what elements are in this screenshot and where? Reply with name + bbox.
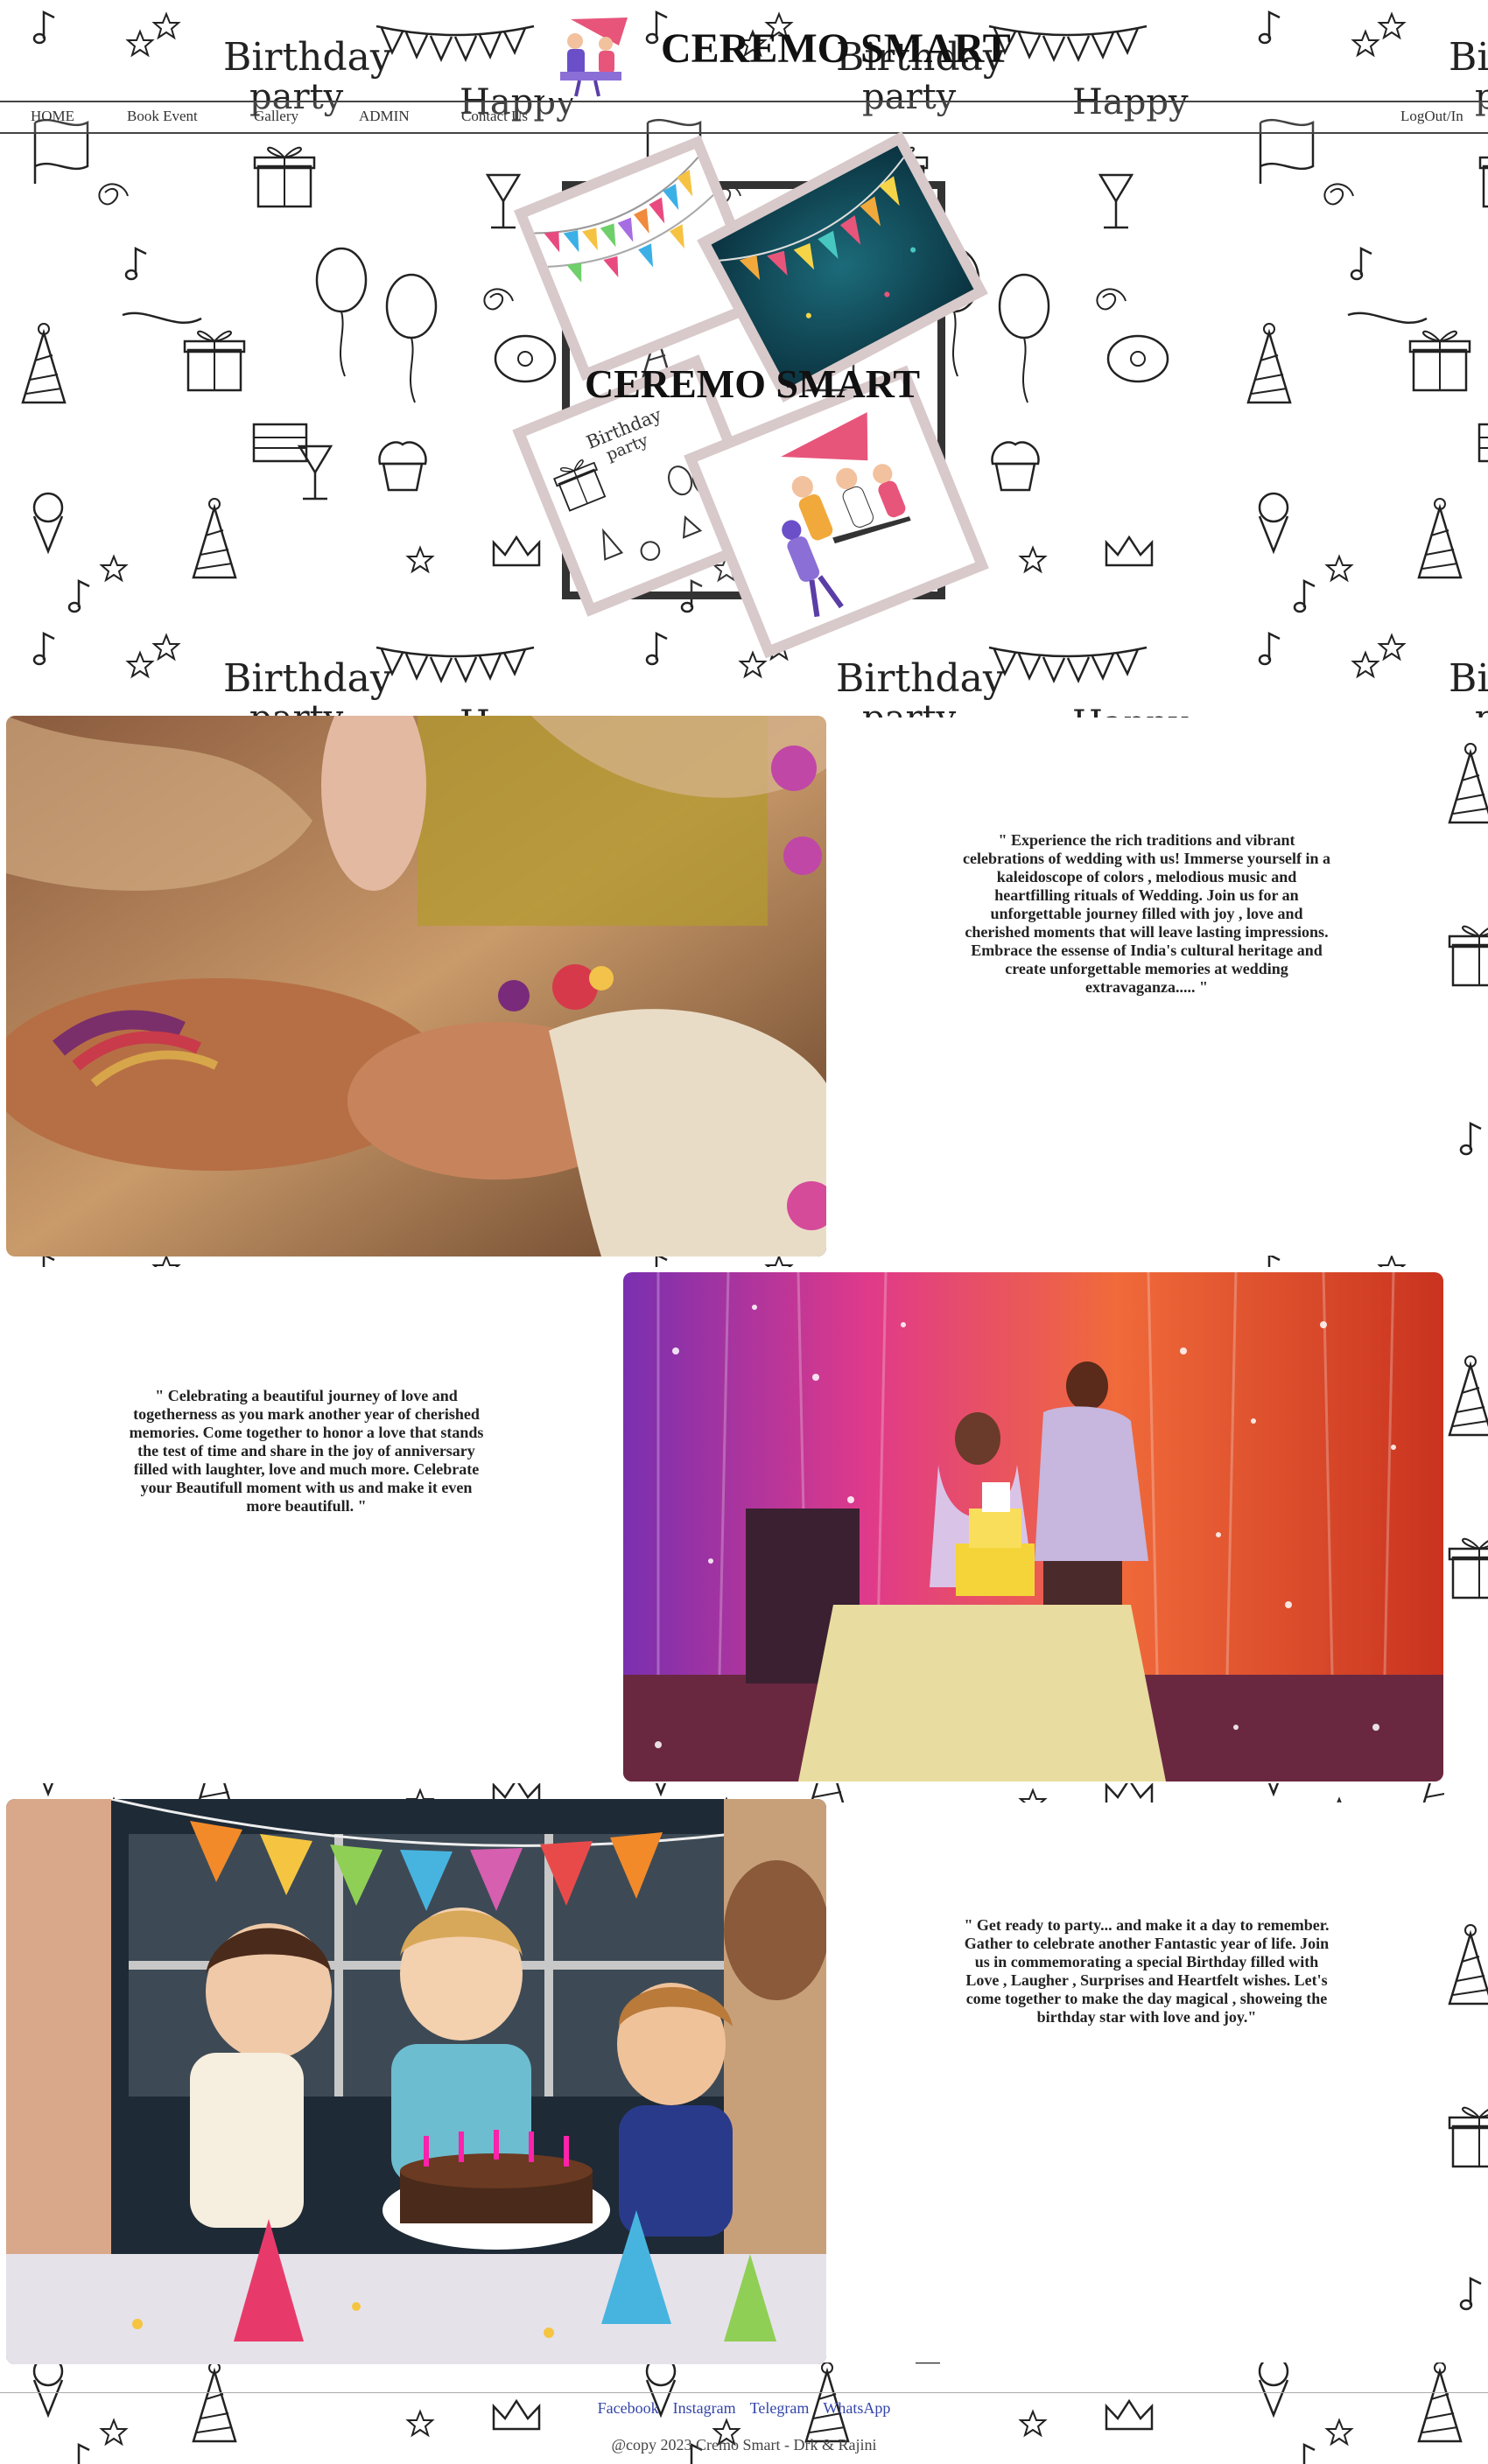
birthday-description: " Get ready to party... and make it a da… (964, 1916, 1330, 2026)
nav-book-event[interactable]: Book Event (127, 108, 198, 125)
footer-link-instagram[interactable]: Instagram (673, 2399, 736, 2417)
footer-link-facebook[interactable]: Facebook (598, 2399, 659, 2417)
wedding-hands-image (6, 716, 826, 1256)
brand-logo[interactable] (544, 10, 641, 98)
footer-link-telegram[interactable]: Telegram (750, 2399, 810, 2417)
birthday-kids-image (6, 1799, 826, 2364)
nav-contact-us[interactable]: Contact Us (461, 108, 528, 125)
wedding-description: " Experience the rich traditions and vib… (963, 831, 1330, 996)
brand-title: CEREMO SMART (661, 25, 1011, 72)
main-navbar: HOME Book Event Gallery ADMIN Contact Us… (0, 101, 1488, 134)
nav-gallery[interactable]: Gallery (254, 108, 298, 125)
footer-copyright: @copy 2023 Cremo Smart - Drk & Rajini (611, 2436, 877, 2454)
nav-logout-login[interactable]: LogOut/In (1400, 108, 1463, 125)
hero-title: CEREMO SMART (585, 361, 921, 406)
nav-admin[interactable]: ADMIN (359, 108, 410, 125)
nav-home[interactable]: HOME (31, 108, 74, 125)
anniversary-description: " Celebrating a beautiful journey of lov… (129, 1387, 484, 1515)
footer-divider (0, 2392, 1488, 2393)
anniversary-cake-image (623, 1272, 1443, 1782)
footer-social-links: Facebook Instagram Telegram WhatsApp (0, 2399, 1488, 2418)
footer-link-whatsapp[interactable]: WhatsApp (823, 2399, 890, 2417)
